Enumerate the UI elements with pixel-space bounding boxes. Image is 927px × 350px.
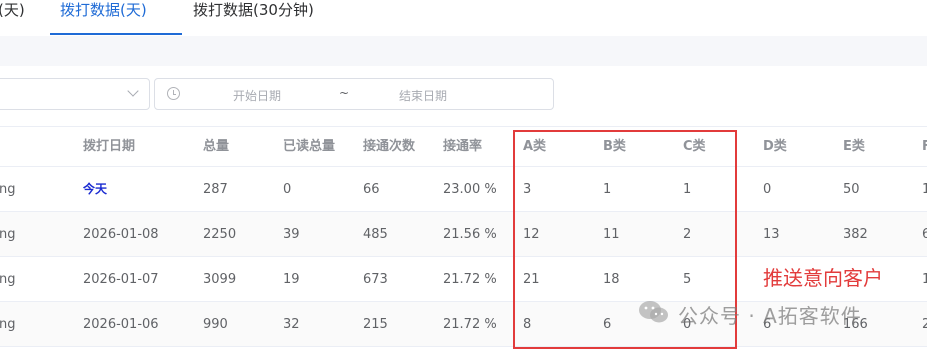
clock-icon [167, 87, 180, 100]
tab-30min-call-data[interactable]: 拨打数据(30分钟) [193, 0, 314, 36]
table-cell: 673 [363, 272, 388, 287]
table-cell: 2 [922, 317, 927, 332]
table-cell: 12 [523, 227, 540, 242]
header-class-c[interactable]: C类 [683, 127, 706, 167]
table-cell: 19 [283, 272, 300, 287]
table-cell: 990 [203, 317, 228, 332]
date-range-picker[interactable]: 开始日期 ~ 结束日期 [154, 78, 554, 110]
end-date-placeholder: 结束日期 [399, 89, 448, 103]
table-header-row: 拨打日期 总量 已读总量 接通次数 接通率 A类 B类 C类 D类 E类 F [0, 127, 927, 167]
date-separator: ~ [339, 86, 350, 100]
table-cell: ng [0, 227, 16, 242]
table-cell: 21.72 % [443, 317, 497, 332]
start-date-placeholder: 开始日期 [233, 89, 282, 103]
header-connected-count[interactable]: 接通次数 [363, 127, 415, 167]
table-cell: 0 [763, 182, 772, 197]
table-cell: 21.72 % [443, 272, 497, 287]
table-cell: 32 [283, 317, 300, 332]
header-class-a[interactable]: A类 [523, 127, 546, 167]
header-class-f[interactable]: F [922, 127, 927, 167]
filter-bar: 开始日期 ~ 结束日期 [0, 66, 927, 126]
header-class-d[interactable]: D类 [763, 127, 787, 167]
header-class-b[interactable]: B类 [603, 127, 626, 167]
today-link[interactable]: 今天 [83, 167, 107, 212]
table-cell: 39 [283, 227, 300, 242]
table-cell: 3099 [203, 272, 237, 287]
table-cell: ng [0, 182, 16, 197]
header-class-e[interactable]: E类 [843, 127, 865, 167]
table-cell: 382 [843, 227, 868, 242]
table-cell: 2026-01-08 [83, 227, 159, 242]
table-cell: ng [0, 272, 16, 287]
header-read-total[interactable]: 已读总量 [283, 127, 335, 167]
table-cell: 215 [363, 317, 388, 332]
table-row: ng 2026-01-08 2250 39 485 21.56 % 12 11 … [0, 212, 927, 257]
table-cell: 2026-01-06 [83, 317, 159, 332]
table-row: ng 今天 287 0 66 23.00 % 3 1 1 0 50 1 [0, 167, 927, 212]
table-cell: 287 [203, 182, 228, 197]
table-cell: 66 [363, 182, 380, 197]
table-cell: 485 [363, 227, 388, 242]
table-cell: 21 [523, 272, 540, 287]
table-cell: 8 [523, 317, 532, 332]
tab-bar: (天) 拨打数据(天) 拨打数据(30分钟) [0, 0, 927, 36]
active-tab-indicator [50, 33, 182, 35]
header-connect-rate[interactable]: 接通率 [443, 127, 482, 167]
table-cell: 50 [843, 182, 860, 197]
table-cell: 2 [683, 227, 692, 242]
table-cell: 23.00 % [443, 182, 497, 197]
table-cell: 5 [683, 272, 692, 287]
table-cell: 6 [603, 317, 612, 332]
table-cell: 11 [603, 227, 620, 242]
header-total[interactable]: 总量 [203, 127, 229, 167]
table-cell: 1 [683, 182, 692, 197]
chevron-down-icon [127, 85, 139, 97]
spacer-band [0, 36, 927, 66]
table-cell: 6 [922, 227, 927, 242]
table-cell: 21.56 % [443, 227, 497, 242]
table-cell: ng [0, 317, 16, 332]
filter-select[interactable] [0, 78, 150, 110]
table-cell: 2250 [203, 227, 237, 242]
table-cell: 1 [603, 182, 612, 197]
table-cell: 13 [763, 227, 780, 242]
tab-partial[interactable]: (天) [0, 0, 25, 36]
table-cell: 2026-01-07 [83, 272, 159, 287]
tab-daily-call-data[interactable]: 拨打数据(天) [60, 0, 147, 36]
table-cell: 1 [922, 272, 927, 287]
header-call-date[interactable]: 拨打日期 [83, 127, 135, 167]
wechat-icon [639, 301, 668, 323]
table-cell: 0 [283, 182, 292, 197]
table-cell: 18 [603, 272, 620, 287]
table-cell: 3 [523, 182, 532, 197]
table-cell: 1 [922, 182, 927, 197]
watermark-text: 公众号 · A拓客软件 [678, 304, 862, 328]
annotation-text: 推送意向客户 [763, 266, 883, 290]
